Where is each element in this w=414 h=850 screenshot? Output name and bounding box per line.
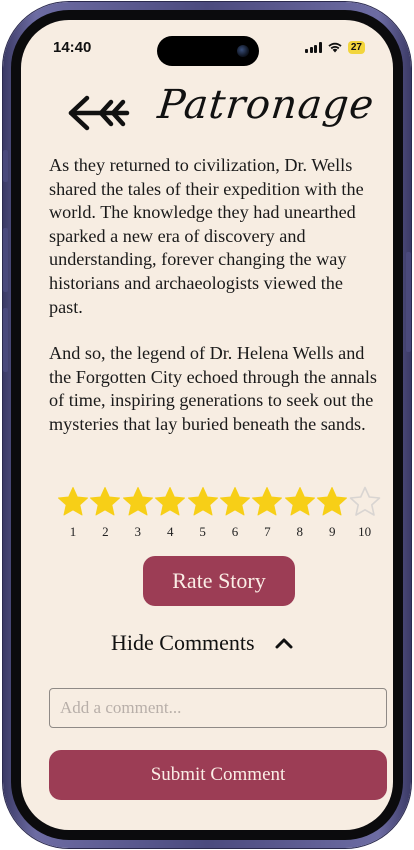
star-number-label: 3 <box>134 524 142 539</box>
action-button <box>3 150 8 182</box>
screen: 14:40 27 Patronage As they returned to c… <box>21 20 393 830</box>
star-filled-icon[interactable] <box>89 486 121 518</box>
star-number-label: 10 <box>358 524 372 539</box>
star-filled-icon[interactable] <box>219 486 251 518</box>
status-time: 14:40 <box>53 39 92 56</box>
star-number-label: 5 <box>199 524 206 539</box>
phone-bezel: 14:40 27 Patronage As they returned to c… <box>11 10 403 840</box>
comment-input[interactable] <box>49 688 387 728</box>
star-filled-icon[interactable] <box>154 486 186 518</box>
camera-icon <box>237 45 249 57</box>
wifi-icon <box>328 42 342 53</box>
star-filled-icon[interactable] <box>284 486 316 518</box>
rate-story-button[interactable]: Rate Story <box>143 556 295 606</box>
star-filled-icon[interactable] <box>187 486 219 518</box>
back-button[interactable] <box>67 94 131 132</box>
star-number-label: 1 <box>69 524 77 539</box>
submit-comment-button[interactable]: Submit Comment <box>49 750 387 800</box>
star-number-label: 4 <box>166 524 174 539</box>
chevron-up-icon <box>275 638 293 649</box>
dynamic-island <box>157 36 259 66</box>
hide-comments-label: Hide Comments <box>111 630 255 655</box>
star-empty-icon[interactable] <box>349 486 381 518</box>
status-icons: 27 <box>305 40 365 54</box>
status-bar: 14:40 27 <box>21 20 393 72</box>
story-text: As they returned to civilization, Dr. We… <box>49 154 379 460</box>
star-number-label: 7 <box>264 524 271 539</box>
star-filled-icon[interactable] <box>122 486 154 518</box>
battery-icon: 27 <box>347 40 365 54</box>
star-number-label: 6 <box>231 524 239 539</box>
star-number-label: 9 <box>328 524 336 539</box>
star-number-label: 8 <box>296 524 304 539</box>
double-arrow-left-icon <box>68 95 130 131</box>
phone-frame: 14:40 27 Patronage As they returned to c… <box>3 2 411 848</box>
page-title: Patronage <box>155 82 377 128</box>
cellular-signal-icon <box>305 41 322 53</box>
header: Patronage <box>21 82 393 152</box>
star-number-label: 2 <box>102 524 109 539</box>
volume-up-button <box>3 228 8 292</box>
volume-down-button <box>3 308 8 372</box>
hide-comments-toggle[interactable]: Hide Comments <box>111 626 293 660</box>
power-button <box>406 252 411 352</box>
star-filled-icon[interactable] <box>316 486 348 518</box>
story-paragraph-2: And so, the legend of Dr. Helena Wells a… <box>49 343 377 434</box>
story-paragraph-1: As they returned to civilization, Dr. We… <box>49 155 364 317</box>
star-filled-icon[interactable] <box>57 486 89 518</box>
star-filled-icon[interactable] <box>251 486 283 518</box>
star-rating: 1 2 3 4 5 6 7 8 9 10 <box>57 486 387 546</box>
